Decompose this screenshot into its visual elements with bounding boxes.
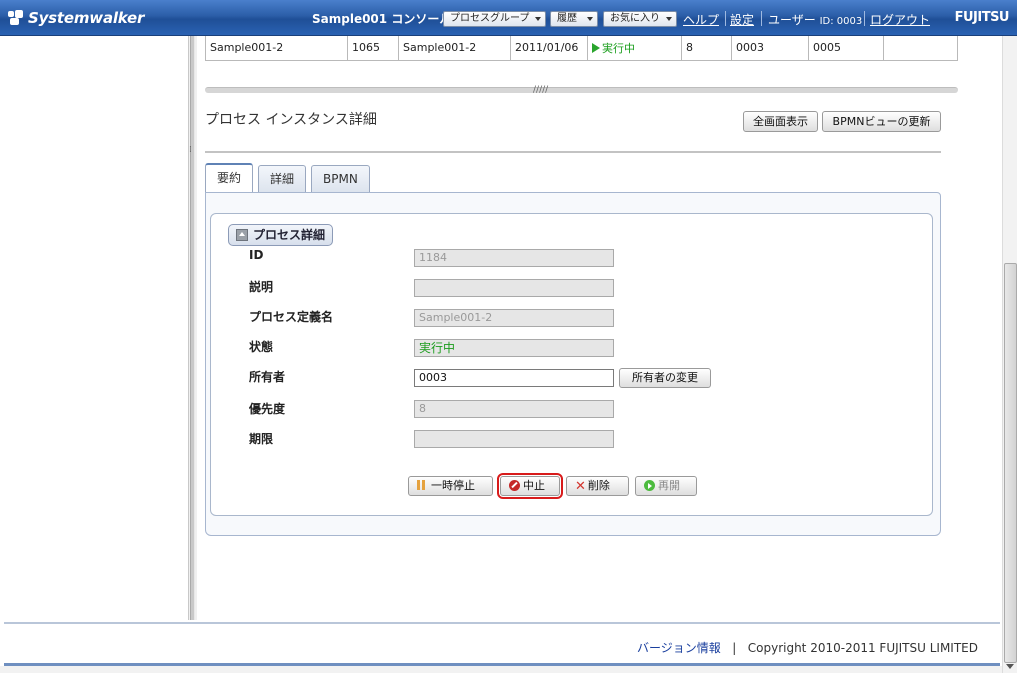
user-info: ユーザー ID: 0003 [768,11,862,28]
description-label: 説明 [249,280,274,294]
settings-link[interactable]: 設定 [730,11,754,28]
table-cell: 0003 [731,36,809,61]
owner-input[interactable]: 0003 [414,369,614,387]
pause-icon [417,480,425,490]
user-id: ID: 0003 [819,16,863,27]
logout-link[interactable]: ログアウト [870,11,930,28]
favorites-menu[interactable]: お気に入り [603,11,677,27]
chevron-down-icon [587,17,593,21]
table-cell: 8 [681,36,732,61]
due-date-field [414,430,614,448]
pane-splitter[interactable]: ⁞ [189,36,197,620]
horizontal-splitter[interactable]: ///// [205,85,958,95]
legend-label: プロセス詳細 [253,228,326,242]
splitter-grip-icon: ⁞ [189,145,192,155]
splitter-grip-icon: ///// [533,85,549,95]
table-cell: 0005 [808,36,884,61]
history-menu-label: 履歴 [557,13,577,24]
abort-button[interactable]: 中止 [497,473,563,499]
tab-bpmn[interactable]: BPMN [311,165,370,192]
navigation-pane [4,36,189,620]
table-cell-status: 実行中 [587,36,682,61]
header-divider [725,11,726,26]
state-label: 状態 [249,340,274,354]
process-details-legend[interactable]: プロセス詳細 [228,224,334,246]
chevron-down-icon [535,17,541,21]
id-field: 1184 [414,249,614,267]
logo-text: Systemwalker [28,9,145,27]
description-field [414,279,614,297]
chevron-down-icon [666,17,672,21]
tab-summary[interactable]: 要約 [205,163,254,192]
suspend-button[interactable]: 一時停止 [408,476,493,496]
tab-panel-summary: プロセス詳細 ID 1184 説明 プロセス定義名 Sample001-2 状態… [205,192,941,536]
state-field: 実行中 [414,339,614,357]
page-scrollbar[interactable] [1002,36,1017,673]
footer-separator: | [732,641,737,655]
copyright-text: Copyright 2010-2011 FUJITSU LIMITED [747,641,978,655]
process-definition-field: Sample001-2 [414,309,614,327]
main-content: Sample001-2 1065 Sample001-2 2011/01/06 … [197,36,1000,622]
delete-button[interactable]: ✕ 削除 [566,476,629,496]
resume-label: 再開 [658,479,680,492]
favorites-menu-label: お気に入り [610,13,660,24]
owner-label: 所有者 [249,370,286,384]
priority-label: 優先度 [249,402,286,416]
stop-icon [509,480,520,491]
table-row[interactable]: Sample001-2 1065 Sample001-2 2011/01/06 … [205,36,958,61]
section-divider [205,151,941,153]
priority-field: 8 [414,400,614,418]
console-title: Sample001 コンソール [312,12,452,26]
process-group-menu-label: プロセスグループ [450,13,530,24]
history-menu[interactable]: 履歴 [550,11,598,27]
delete-label: 削除 [587,479,610,492]
header-divider [864,11,865,26]
splitter-bar [190,36,195,620]
collapse-icon [236,229,248,241]
footer-text: バージョン情報 | Copyright 2010-2011 FUJITSU LI… [637,639,978,656]
process-definition-label: プロセス定義名 [249,310,334,324]
table-cell [883,36,958,61]
refresh-bpmn-button[interactable]: BPMNビューの更新 [822,111,941,132]
table-cell: Sample001-2 [205,36,348,61]
page-footer: バージョン情報 | Copyright 2010-2011 FUJITSU LI… [4,622,1000,666]
instance-table: Sample001-2 1065 Sample001-2 2011/01/06 … [205,36,958,61]
process-group-menu[interactable]: プロセスグループ [443,11,546,27]
systemwalker-logo: Systemwalker [8,7,144,29]
section-title: プロセス インスタンス詳細 [205,112,377,128]
app-header: Systemwalker Sample001 コンソール プロセスグループ 履歴… [0,0,1017,36]
play-icon [644,480,655,491]
resume-button[interactable]: 再開 [635,476,697,496]
scrollbar-thumb[interactable] [1004,263,1017,663]
abort-label: 中止 [523,479,545,492]
delete-icon: ✕ [575,479,586,494]
due-date-label: 期限 [249,432,274,446]
table-cell: 1065 [347,36,399,61]
bottom-strip [0,666,1002,673]
tab-details[interactable]: 詳細 [258,165,307,192]
scroll-down-arrow-icon[interactable] [1006,664,1014,669]
version-info-link[interactable]: バージョン情報 [637,641,721,655]
id-label: ID [249,248,264,262]
help-link[interactable]: ヘルプ [683,11,719,28]
change-owner-button[interactable]: 所有者の変更 [619,368,711,388]
fujitsu-logo: FUJITSU [954,10,1010,25]
status-text: 実行中 [602,41,635,55]
process-details-fieldset: プロセス詳細 ID 1184 説明 プロセス定義名 Sample001-2 状態… [210,213,933,516]
header-divider [761,11,762,26]
fullscreen-button[interactable]: 全画面表示 [743,111,818,132]
table-cell: Sample001-2 [398,36,511,61]
systemwalker-logo-icon [8,10,24,26]
user-label: ユーザー [768,13,816,27]
table-cell: 2011/01/06 [510,36,588,61]
running-icon [592,42,600,53]
suspend-label: 一時停止 [431,479,475,492]
